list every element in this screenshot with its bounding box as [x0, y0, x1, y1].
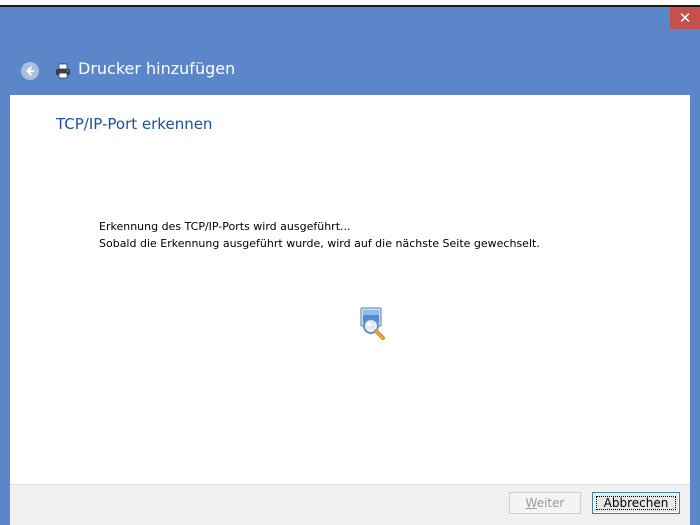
focus-indicator: [596, 496, 676, 510]
back-arrow-icon: [26, 66, 34, 76]
button-bar: Weiter Abbrechen: [10, 484, 690, 525]
status-text-line-2: Sobald die Erkennung ausgeführt wurde, w…: [99, 237, 540, 250]
searching-computer-icon: [360, 307, 385, 340]
content-panel: TCP/IP-Port erkennen Erkennung des TCP/I…: [10, 95, 690, 484]
printer-icon: [56, 63, 70, 79]
add-printer-dialog: ✕ Drucker hinzufügen TCP/IP-Port erkenne…: [0, 7, 700, 525]
cancel-button[interactable]: Abbrechen: [592, 492, 680, 514]
close-icon: ✕: [678, 9, 692, 27]
page-title: TCP/IP-Port erkennen: [56, 115, 213, 133]
back-button[interactable]: [21, 62, 39, 80]
next-button-label: Weiter: [525, 496, 565, 510]
close-button[interactable]: ✕: [670, 7, 700, 29]
titlebar: ✕: [0, 7, 700, 37]
next-button[interactable]: Weiter: [509, 492, 581, 514]
wizard-header: Drucker hinzufügen: [0, 47, 700, 95]
wizard-title: Drucker hinzufügen: [78, 59, 236, 78]
status-text-line-1: Erkennung des TCP/IP-Ports wird ausgefüh…: [99, 220, 351, 233]
